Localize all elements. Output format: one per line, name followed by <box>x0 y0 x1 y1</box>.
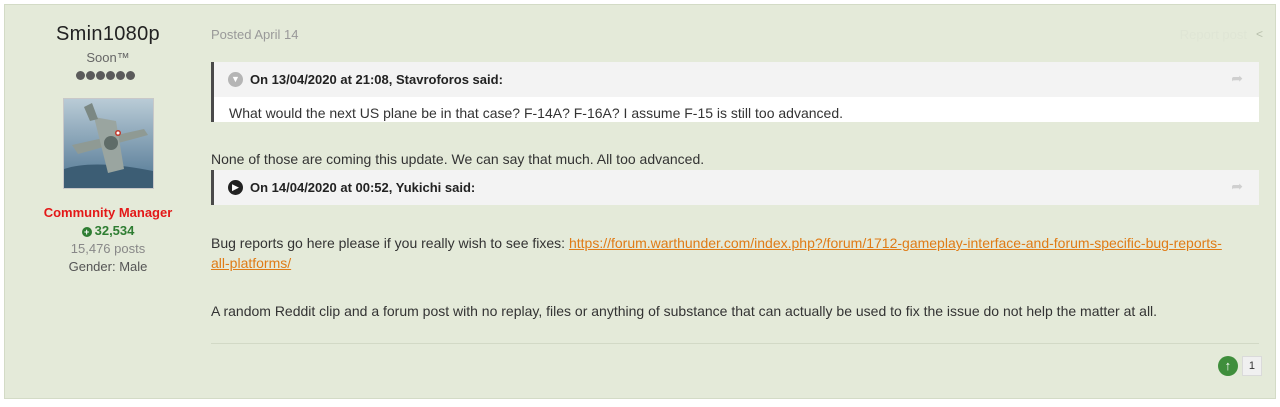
group-label: Community Manager <box>43 205 173 220</box>
post-paragraph: A random Reddit clip and a forum post wi… <box>211 303 1158 319</box>
reputation: +32,534 <box>5 223 211 238</box>
quote-block: ▼ On 13/04/2020 at 21:08, Stavroforos sa… <box>211 62 1259 122</box>
report-post-link[interactable]: Report post <box>1180 27 1247 42</box>
author-panel: Smin1080p Soon™ Community Manager + 32,5… <box>5 5 211 398</box>
author-name[interactable]: Smin1080p <box>5 23 211 46</box>
gender: Gender: Male <box>68 259 148 274</box>
share-arrow-icon[interactable]: ➦ <box>1231 178 1243 195</box>
avatar[interactable] <box>63 98 154 189</box>
divider <box>211 343 1259 344</box>
author-title: Soon™ <box>86 50 130 65</box>
posted-date[interactable]: Posted April 14 <box>211 27 298 42</box>
quote-citation: On 14/04/2020 at 00:52, Yukichi said: <box>250 180 476 195</box>
share-icon[interactable]: < <box>1256 27 1263 41</box>
quote-header: ▶ On 14/04/2020 at 00:52, Yukichi said: … <box>214 170 1259 205</box>
chevron-right-icon[interactable]: ▶ <box>228 180 243 195</box>
rank-pip <box>96 71 105 80</box>
post-content: Posted April 14 Report post < ▼ On 13/04… <box>211 5 1275 398</box>
rank-pip <box>76 71 85 80</box>
rank-pip <box>86 71 95 80</box>
share-arrow-icon[interactable]: ➦ <box>1231 70 1243 87</box>
rank-pip <box>106 71 115 80</box>
plus-circle-icon: + <box>81 227 92 237</box>
forum-post: Smin1080p Soon™ Community Manager + 32,5… <box>4 4 1276 399</box>
post-paragraph: None of those are coming this update. We… <box>211 151 705 167</box>
upvote-count[interactable]: 1 <box>1241 356 1262 376</box>
reputation-value: 32,534 <box>94 223 135 238</box>
rank-pip <box>126 71 135 80</box>
bug-report-link-continued[interactable]: all-platforms/ <box>211 255 291 271</box>
bug-report-link[interactable]: https://forum.warthunder.com/index.php?/… <box>569 235 1222 251</box>
rank-pips <box>76 71 135 81</box>
quote-block: ▶ On 14/04/2020 at 00:52, Yukichi said: … <box>211 170 1259 205</box>
post-count: 15,476 posts <box>70 241 146 256</box>
post-paragraph: Bug reports go here please if you really… <box>211 233 1222 273</box>
quote-body: What would the next US plane be in that … <box>229 105 843 121</box>
reaction-bar: ↑ 1 <box>1217 355 1262 377</box>
chevron-down-icon[interactable]: ▼ <box>228 72 243 87</box>
quote-citation: On 13/04/2020 at 21:08, Stavroforos said… <box>250 72 503 87</box>
quote-header: ▼ On 13/04/2020 at 21:08, Stavroforos sa… <box>214 62 1259 97</box>
arrow-up-icon[interactable]: ↑ <box>1217 356 1238 376</box>
rank-pip <box>116 71 125 80</box>
bug-report-text: Bug reports go here please if you really… <box>211 235 569 251</box>
